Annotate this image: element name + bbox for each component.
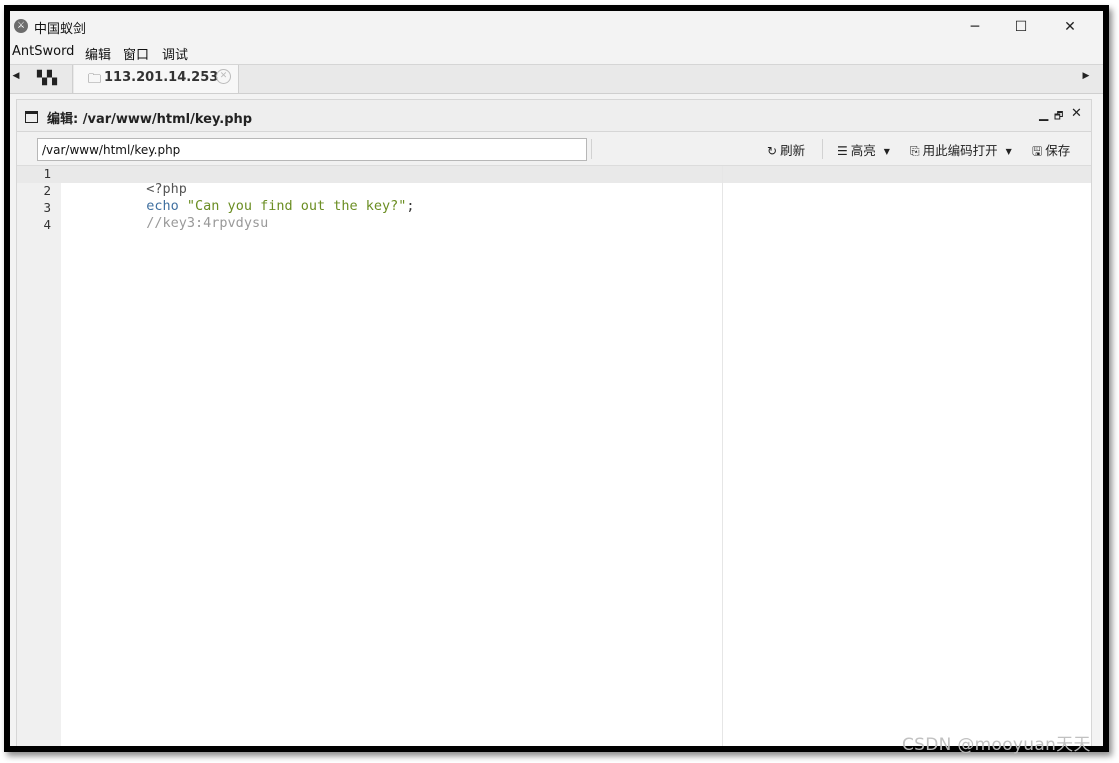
line-number: 1 (43, 166, 51, 181)
antsword-logo-icon: ⚔ (14, 19, 28, 33)
panel-header: 编辑: /var/www/html/key.php ▁ 🗗 ✕ (17, 100, 1091, 132)
code-editor[interactable]: 1 2 3 4 <?php echo "Can you find out the… (17, 166, 1091, 746)
menu-edit[interactable]: 编辑 (85, 44, 111, 63)
open-encoding-label: 用此编码打开 (922, 143, 998, 158)
tab-scroll-left-icon[interactable]: ◀ (10, 71, 22, 81)
menu-antsword[interactable]: AntSword (12, 44, 74, 59)
menu-debug[interactable]: 调试 (162, 44, 188, 63)
save-label: 保存 (1045, 143, 1071, 158)
tab-home[interactable]: ▚▚ (22, 65, 73, 93)
panel-restore-icon[interactable]: 🗗 (1054, 109, 1063, 126)
menu-bar: AntSword 编辑 窗口 调试 (10, 41, 1103, 63)
refresh-icon: ↻ (767, 144, 778, 158)
panel-title: 编辑: /var/www/html/key.php (47, 112, 253, 127)
code-token: ; (406, 198, 415, 214)
app-window: ⚔ 中国蚁剑 ─ ☐ ✕ AntSword 编辑 窗口 调试 ◀ ▚▚ 🗀 11… (10, 11, 1103, 746)
panel-close-icon[interactable]: ✕ (1071, 106, 1082, 121)
save-icon: 🖫 (1032, 144, 1043, 158)
line-number: 3 (43, 200, 51, 215)
editor-toolbar: ↻刷新 ☰高亮 ▼ ⎘用此编码打开 ▼ 🖫保存 (17, 132, 1091, 166)
grid-icon: ▚▚ (37, 71, 57, 86)
tab-scroll-right-icon[interactable]: ▶ (1080, 71, 1092, 81)
highlight-button[interactable]: ☰ 高亮 ▼ (837, 140, 890, 159)
title-bar[interactable]: ⚔ 中国蚁剑 ─ ☐ ✕ (10, 11, 1103, 41)
chevron-down-icon: ▼ (883, 147, 890, 156)
list-icon: ☰ (837, 144, 848, 158)
toolbar-divider (591, 139, 592, 159)
line-number: 2 (43, 183, 51, 198)
panel-minimize-icon[interactable]: ▁ (1039, 107, 1048, 121)
path-input[interactable] (37, 138, 587, 161)
minimize-button[interactable]: ─ (952, 15, 998, 39)
line-gutter (17, 166, 61, 746)
open-encoding-button[interactable]: ⎘ 用此编码打开 ▼ (910, 140, 1012, 159)
screenshot-frame: ⚔ 中国蚁剑 ─ ☐ ✕ AntSword 编辑 窗口 调试 ◀ ▚▚ 🗀 11… (4, 5, 1109, 752)
tab-close-icon[interactable]: ✕ (216, 69, 231, 84)
tab-host[interactable]: 🗀 113.201.14.253 ✕ (74, 65, 239, 93)
highlight-label: 高亮 (850, 143, 876, 158)
tab-host-label: 113.201.14.253 (104, 70, 219, 85)
save-button[interactable]: 🖫 保存 (1032, 140, 1070, 163)
line-number: 4 (43, 217, 51, 232)
window-icon (25, 111, 38, 123)
editor-panel: 编辑: /var/www/html/key.php ▁ 🗗 ✕ ↻刷新 ☰高亮 ▼… (16, 99, 1092, 746)
toolbar-divider (822, 139, 823, 159)
close-button[interactable]: ✕ (1047, 15, 1093, 39)
menu-window[interactable]: 窗口 (123, 44, 149, 63)
chevron-down-icon: ▼ (1005, 147, 1012, 156)
refresh-button[interactable]: ↻ 刷新 (767, 140, 805, 159)
code-line: //key3:4rpvdysu (65, 199, 268, 247)
tab-bar: ◀ ▚▚ 🗀 113.201.14.253 ✕ ▶ (10, 64, 1103, 94)
window-title: 中国蚁剑 (34, 22, 87, 37)
watermark: CSDN @mooyuan天天 (902, 735, 1091, 755)
print-margin (722, 166, 723, 746)
maximize-button[interactable]: ☐ (998, 15, 1044, 39)
refresh-label: 刷新 (780, 143, 806, 158)
code-token: //key3:4rpvdysu (146, 215, 269, 231)
encoding-icon: ⎘ (910, 144, 920, 158)
folder-icon: 🗀 (88, 72, 102, 87)
